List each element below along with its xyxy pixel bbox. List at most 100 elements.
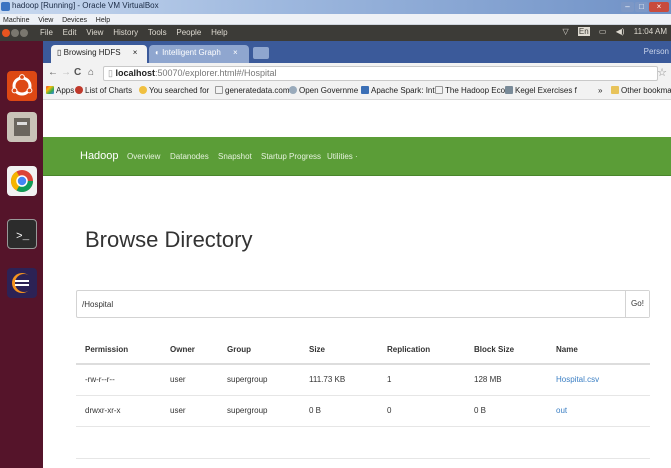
bookmark-hadoop-ecosystem[interactable]: The Hadoop Ecos bbox=[435, 86, 509, 95]
column-header-size[interactable]: Size bbox=[300, 336, 378, 365]
page-icon bbox=[215, 86, 223, 94]
window-title: hadoop [Running] - Oracle VM VirtualBox bbox=[12, 1, 159, 10]
bookmark-kegel-exercises[interactable]: Kegel Exercises f bbox=[505, 86, 577, 95]
url-host: localhost bbox=[115, 68, 155, 78]
bookmark-open-government[interactable]: Open Governme bbox=[289, 86, 358, 95]
keyboard-indicator[interactable]: En bbox=[577, 27, 590, 36]
cell-name: Hospital.csv bbox=[547, 364, 650, 396]
other-bookmarks[interactable]: Other bookmar bbox=[611, 86, 671, 95]
cell-size: 111.73 KB bbox=[300, 364, 378, 396]
window-minimize-icon[interactable] bbox=[11, 29, 19, 37]
nav-startup-progress[interactable]: Startup Progress bbox=[261, 152, 321, 161]
bookmark-apache-spark[interactable]: Apache Spark: Int bbox=[361, 86, 435, 95]
bookmark-generatedata[interactable]: generatedata.com bbox=[215, 86, 290, 95]
menu-people[interactable]: People bbox=[176, 28, 201, 37]
bookmark-icon bbox=[75, 86, 83, 94]
tab-label: Intelligent Graph bbox=[162, 48, 221, 57]
page-icon bbox=[435, 86, 443, 94]
directory-link[interactable]: out bbox=[556, 406, 567, 415]
hadoop-navbar: Hadoop Overview Datanodes Snapshot Start… bbox=[43, 137, 671, 176]
terminal-icon[interactable]: >_ bbox=[7, 219, 37, 249]
bookmark-icon bbox=[139, 86, 147, 94]
chrome-icon[interactable] bbox=[7, 166, 37, 196]
new-tab-button[interactable] bbox=[253, 47, 269, 59]
eclipse-icon[interactable] bbox=[7, 268, 37, 298]
tab-intelligent-graph[interactable]: ◐ Intelligent Graph × bbox=[149, 45, 249, 63]
virtualbox-menubar: Machine View Devices Help bbox=[0, 14, 671, 25]
bookmark-you-searched-for[interactable]: You searched for bbox=[139, 86, 209, 95]
window-close-icon[interactable] bbox=[2, 29, 10, 37]
forward-icon[interactable]: → bbox=[61, 67, 71, 78]
nav-snapshot[interactable]: Snapshot bbox=[218, 152, 252, 161]
volume-icon[interactable]: ◀) bbox=[616, 27, 625, 36]
nav-utilities[interactable]: Utilities · bbox=[327, 152, 358, 161]
page-title: Browse Directory bbox=[85, 227, 253, 252]
unity-launcher: >_ bbox=[0, 41, 43, 468]
browser-toolbar: ← → C ⌂ ▯ localhost:50070/explorer.html#… bbox=[43, 63, 671, 84]
vbox-menu-machine[interactable]: Machine bbox=[0, 16, 32, 24]
app-menubar: File Edit View History Tools People Help bbox=[40, 27, 235, 38]
column-header-name[interactable]: Name bbox=[547, 336, 650, 365]
system-indicators: ▽ En ▭ ◀) 11:04 AM bbox=[556, 27, 667, 36]
battery-icon[interactable]: ▭ bbox=[599, 27, 607, 36]
menu-view[interactable]: View bbox=[86, 28, 103, 37]
vbox-menu-devices[interactable]: Devices bbox=[59, 16, 90, 24]
column-header-replication[interactable]: Replication bbox=[378, 336, 465, 365]
window-maximize-icon[interactable] bbox=[20, 29, 28, 37]
minimize-icon[interactable]: – bbox=[621, 2, 634, 12]
page-icon: ◐ bbox=[155, 48, 160, 57]
bookmarks-overflow-icon[interactable]: » bbox=[598, 86, 602, 95]
column-header-group[interactable]: Group bbox=[218, 336, 300, 365]
ubuntu-top-panel: File Edit View History Tools People Help… bbox=[0, 25, 671, 41]
window-controls bbox=[2, 29, 29, 40]
cell-group: supergroup bbox=[218, 364, 300, 396]
back-icon[interactable]: ← bbox=[48, 67, 58, 78]
bookmark-star-icon[interactable]: ☆ bbox=[657, 66, 667, 79]
maximize-icon[interactable]: □ bbox=[635, 2, 648, 12]
clock[interactable]: 11:04 AM bbox=[634, 27, 667, 36]
menu-history[interactable]: History bbox=[113, 28, 138, 37]
close-icon[interactable]: × bbox=[649, 2, 669, 12]
table-row: drwxr-xr-x user supergroup 0 B 0 0 B out bbox=[76, 395, 650, 427]
ubuntu-logo-icon[interactable] bbox=[7, 71, 37, 101]
file-link[interactable]: Hospital.csv bbox=[556, 375, 599, 384]
go-button[interactable]: Go! bbox=[625, 291, 649, 317]
cell-owner: user bbox=[161, 364, 218, 396]
directory-path-bar: Go! bbox=[76, 290, 650, 318]
svg-text:>_: >_ bbox=[16, 231, 30, 243]
wifi-icon[interactable]: ▽ bbox=[563, 27, 569, 36]
directory-path-input[interactable] bbox=[77, 291, 625, 317]
menu-file[interactable]: File bbox=[40, 28, 53, 37]
nav-overview[interactable]: Overview bbox=[127, 152, 160, 161]
tab-close-icon[interactable]: × bbox=[133, 48, 138, 57]
hadoop-brand[interactable]: Hadoop bbox=[80, 150, 119, 162]
address-bar[interactable]: ▯ localhost:50070/explorer.html#/Hospita… bbox=[103, 66, 658, 81]
tab-close-icon[interactable]: × bbox=[233, 48, 238, 57]
home-icon[interactable]: ⌂ bbox=[88, 67, 94, 78]
menu-help[interactable]: Help bbox=[211, 28, 227, 37]
table-row: -rw-r--r-- user supergroup 111.73 KB 1 1… bbox=[76, 364, 650, 396]
bookmark-apps[interactable]: Apps bbox=[46, 86, 74, 95]
cell-replication: 0 bbox=[378, 395, 465, 427]
page-icon: ▯ bbox=[57, 48, 62, 57]
menu-edit[interactable]: Edit bbox=[63, 28, 77, 37]
reload-icon[interactable]: C bbox=[74, 67, 81, 78]
column-header-block-size[interactable]: Block Size bbox=[465, 336, 547, 365]
column-header-owner[interactable]: Owner bbox=[161, 336, 218, 365]
files-icon[interactable] bbox=[7, 112, 37, 142]
vbox-menu-view[interactable]: View bbox=[35, 16, 56, 24]
profile-button[interactable]: Person bbox=[644, 47, 669, 56]
nav-datanodes[interactable]: Datanodes bbox=[170, 152, 209, 161]
column-header-permission[interactable]: Permission bbox=[76, 336, 161, 365]
cell-size: 0 B bbox=[300, 395, 378, 427]
tab-browsing-hdfs[interactable]: ▯ Browsing HDFS × bbox=[51, 45, 147, 63]
menu-tools[interactable]: Tools bbox=[148, 28, 167, 37]
cell-permission: -rw-r--r-- bbox=[76, 364, 161, 396]
table-header-row: Permission Owner Group Size Replication … bbox=[76, 336, 650, 365]
tab-label: Browsing HDFS bbox=[63, 48, 121, 57]
bookmark-list-of-charts[interactable]: List of Charts bbox=[75, 86, 132, 95]
vbox-menu-help[interactable]: Help bbox=[93, 16, 113, 24]
folder-icon bbox=[611, 86, 619, 94]
virtualbox-icon bbox=[1, 2, 10, 11]
cell-permission: drwxr-xr-x bbox=[76, 395, 161, 427]
